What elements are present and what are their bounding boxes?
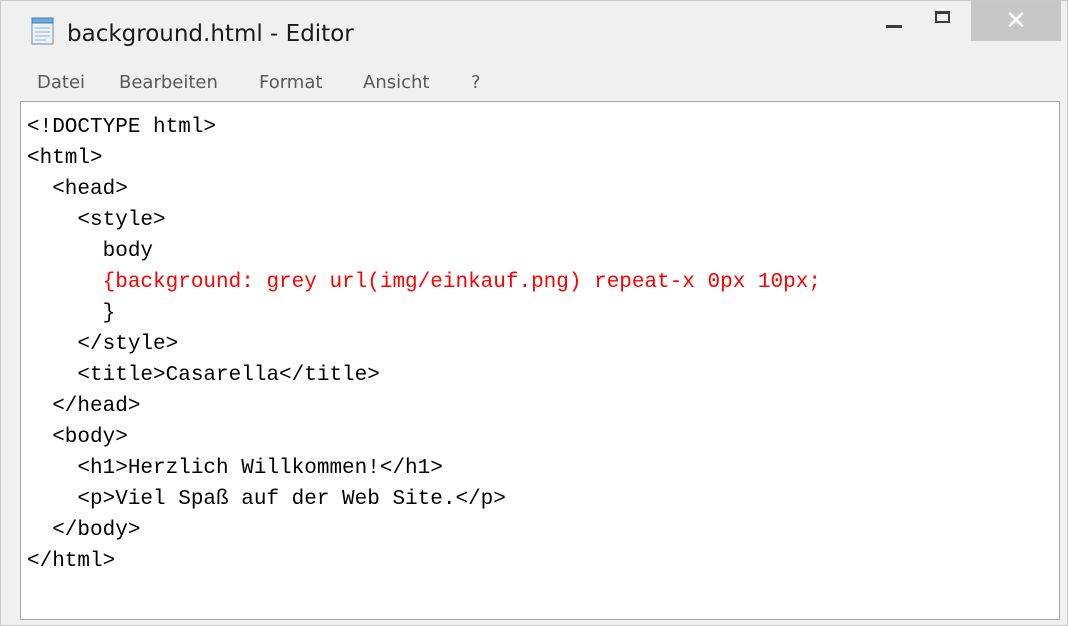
code-line: } (27, 302, 116, 325)
code-line: <h1>Herzlich Willkommen!</h1> (27, 457, 443, 480)
maximize-button[interactable] (921, 1, 969, 41)
maximize-icon (935, 11, 950, 23)
minimize-icon (886, 25, 902, 28)
code-line: <title>Casarella</title> (27, 364, 380, 387)
code-line: </body> (27, 519, 141, 542)
code-line: <html> (27, 147, 103, 170)
code-line: <body> (27, 426, 128, 449)
code-line: </html> (27, 550, 116, 573)
menu-datei[interactable]: Datei (37, 71, 85, 95)
code-line: <!DOCTYPE html> (27, 116, 217, 139)
title-bar[interactable]: background.html - Editor ✕ (1, 1, 1067, 63)
code-line: <head> (27, 178, 128, 201)
code-line: </head> (27, 395, 141, 418)
text-editor-area[interactable]: <!DOCTYPE html> <html> <head> <style> bo… (20, 101, 1060, 620)
menu-ansicht[interactable]: Ansicht (363, 71, 429, 95)
close-button[interactable]: ✕ (971, 1, 1061, 41)
window-title: background.html - Editor (67, 21, 354, 47)
code-line-highlighted: {background: grey url(img/einkauf.png) r… (27, 271, 821, 294)
notepad-window: background.html - Editor ✕ Datei Bearbei… (0, 0, 1068, 626)
code-line: </style> (27, 333, 179, 356)
code-line: <p>Viel Spaß auf der Web Site.</p> (27, 488, 506, 511)
menu-bearbeiten[interactable]: Bearbeiten (119, 71, 218, 95)
menu-bar: Datei Bearbeiten Format Ansicht ? (1, 65, 1067, 101)
minimize-button[interactable] (871, 1, 919, 41)
notepad-icon[interactable] (31, 17, 55, 45)
code-line: <style> (27, 209, 166, 232)
menu-format[interactable]: Format (259, 71, 322, 95)
menu-help[interactable]: ? (471, 71, 481, 95)
close-icon: ✕ (1005, 6, 1027, 36)
code-line: body (27, 240, 154, 263)
